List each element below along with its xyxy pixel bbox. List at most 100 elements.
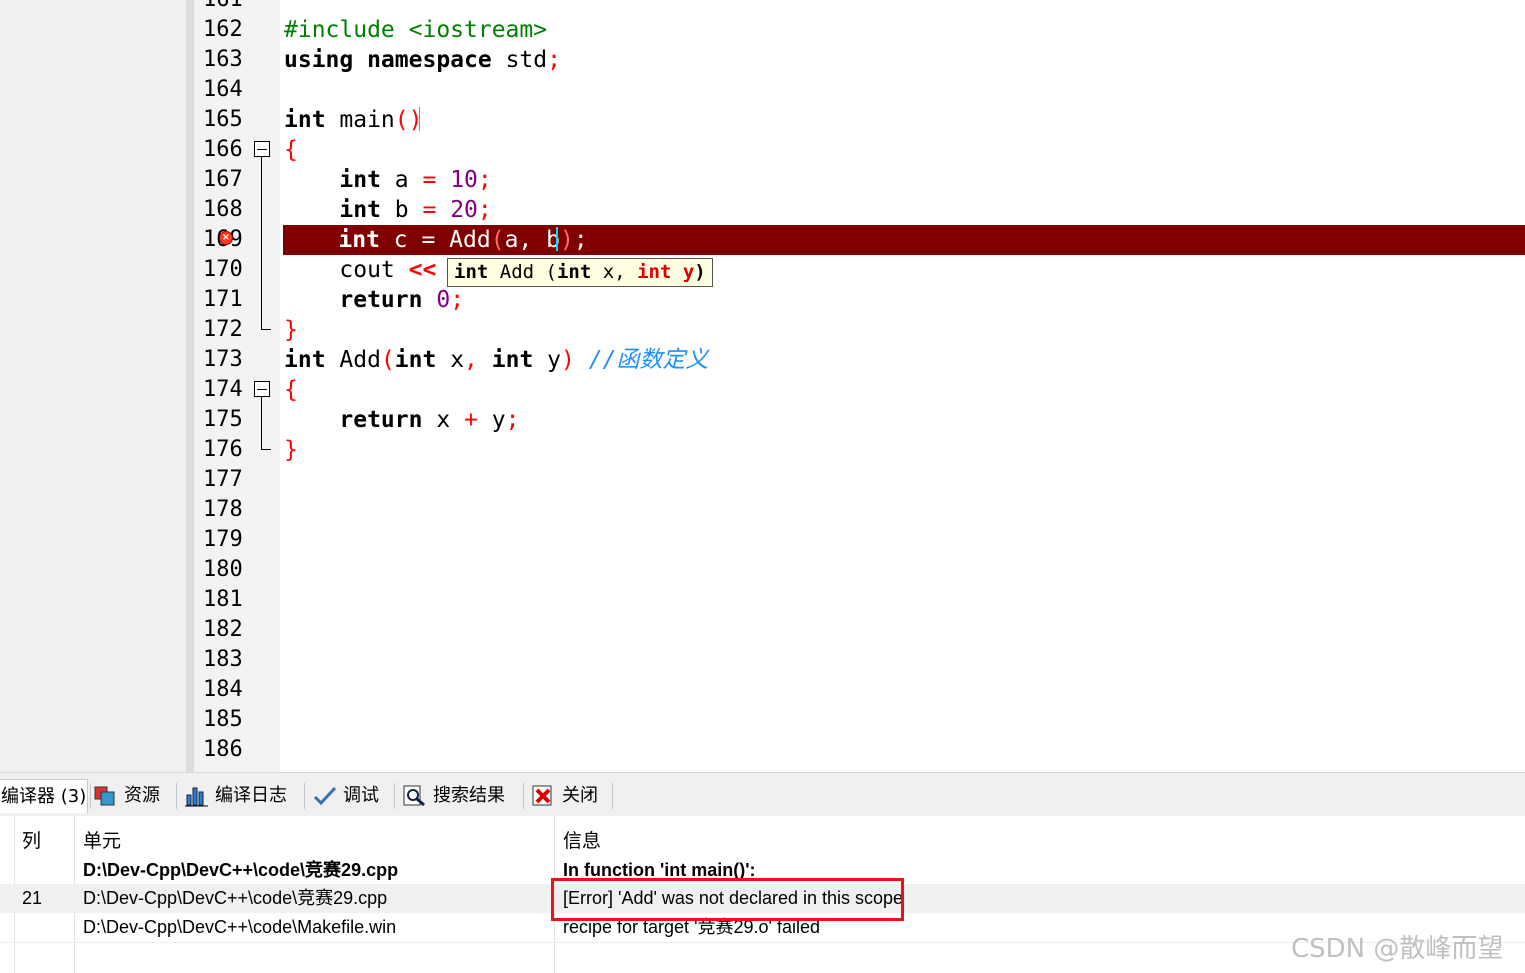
line-number: 165: [203, 107, 243, 132]
line-number: 173: [203, 347, 243, 372]
output-tabbar: 编译器 (3) 资源 编译日志 调试 搜索结果 关闭: [0, 772, 1525, 816]
line-number: 181: [203, 587, 243, 612]
line-number: 184: [203, 677, 243, 702]
code-line[interactable]: using namespace std;: [284, 45, 1525, 75]
identifier: cout: [339, 257, 409, 283]
watermark: CSDN @散峰而望: [1291, 934, 1504, 964]
line-number: 180: [203, 557, 243, 582]
line-number: 162: [203, 17, 243, 42]
identifier: Add: [325, 347, 381, 373]
line-number: 167: [203, 167, 243, 192]
number-literal: 10: [450, 167, 478, 193]
code-line[interactable]: return x + y;: [284, 405, 1525, 435]
error-marker-icon[interactable]: ×: [219, 231, 233, 245]
fold-collapse-icon[interactable]: [254, 141, 270, 157]
code-line[interactable]: #include <iostream>: [284, 15, 1525, 45]
identifier: a: [380, 167, 423, 193]
check-icon: [313, 785, 337, 807]
keyword: return: [339, 407, 423, 433]
line-number: 185: [203, 707, 243, 732]
tab-search-results[interactable]: 搜索结果: [403, 779, 505, 813]
line-number: 168: [203, 197, 243, 222]
row-unit: D:\Dev-Cpp\DevC++\code\竞赛29.cpp: [83, 860, 399, 880]
line-number: 171: [203, 287, 243, 312]
code-line[interactable]: }: [284, 315, 1525, 345]
code-line[interactable]: int main(): [284, 105, 1525, 135]
error-code-line[interactable]: int c = Add(a, b);: [283, 225, 1525, 255]
line-number: 175: [203, 407, 243, 432]
row-unit: D:\Dev-Cpp\DevC++\code\Makefile.win: [83, 917, 397, 937]
keyword: return: [339, 287, 423, 313]
number-literal: 20: [450, 197, 478, 223]
project-browser-pane: [0, 0, 186, 772]
identifier: main: [325, 107, 395, 133]
search-icon: [403, 785, 425, 807]
code-line[interactable]: int a = 10;: [284, 165, 1525, 195]
line-number: 176: [203, 437, 243, 462]
text-caret: [556, 227, 558, 251]
identifier: b: [380, 197, 423, 223]
annotation-highlight-box: [551, 878, 904, 921]
line-number: 170: [203, 257, 243, 282]
tab-resources[interactable]: 资源: [94, 779, 160, 813]
line-number: 163: [203, 47, 243, 72]
comment: //函数定义: [588, 347, 709, 373]
identifier: c = Add: [379, 227, 491, 253]
tab-debug[interactable]: 调试: [313, 779, 379, 813]
arguments: a, b: [504, 227, 560, 253]
code-line[interactable]: int Add(int x, int y) //函数定义: [284, 345, 1525, 375]
tab-separator: [612, 783, 613, 809]
line-number: 177: [203, 467, 243, 492]
keyword: int: [394, 347, 437, 373]
fold-guide: [261, 157, 262, 329]
line-number: 172: [203, 317, 243, 342]
number-literal: 0: [436, 287, 451, 313]
keyword: int: [338, 227, 380, 253]
line-number: 178: [203, 497, 243, 522]
fold-collapse-icon[interactable]: [254, 381, 270, 397]
column-header-col[interactable]: 列: [22, 826, 41, 853]
tab-separator: [394, 783, 395, 809]
tab-compiler[interactable]: 编译器 (3): [0, 779, 88, 813]
close-icon: [532, 785, 554, 807]
line-number: 166: [203, 137, 243, 162]
identifier: x: [436, 347, 465, 373]
fold-guide: [261, 397, 262, 449]
line-number: 164: [203, 77, 243, 102]
chart-icon: [185, 785, 208, 807]
code-line[interactable]: }: [284, 435, 1525, 465]
row-unit: D:\Dev-Cpp\DevC++\code\竞赛29.cpp: [83, 888, 388, 908]
resources-icon: [94, 785, 116, 807]
tab-separator: [304, 783, 305, 809]
keyword: int: [284, 347, 326, 373]
keyword: int: [339, 197, 381, 223]
function-signature-tooltip: int Add (int x, int y): [447, 258, 713, 287]
line-number: 182: [203, 617, 243, 642]
tab-separator: [176, 783, 177, 809]
code-line[interactable]: {: [284, 375, 1525, 405]
identifier: x: [422, 407, 465, 433]
keyword: int: [477, 347, 534, 373]
code-line[interactable]: int b = 20;: [284, 195, 1525, 225]
tab-separator: [90, 783, 91, 809]
keyword: int: [339, 167, 381, 193]
line-number: 183: [203, 647, 243, 672]
identifier: y: [533, 347, 561, 373]
code-line[interactable]: return 0;: [284, 285, 1525, 315]
keyword: using namespace: [284, 47, 492, 73]
fold-end-mark: [261, 449, 271, 450]
tab-close[interactable]: 关闭: [532, 779, 598, 813]
line-number: 174: [203, 377, 243, 402]
preprocessor-directive: #include <iostream>: [284, 17, 548, 43]
code-line[interactable]: {: [284, 135, 1525, 165]
tab-separator: [523, 783, 524, 809]
line-number: 161: [203, 0, 253, 15]
identifier: y: [477, 407, 506, 433]
pane-splitter[interactable]: [186, 0, 194, 772]
column-header-unit[interactable]: 单元: [83, 826, 121, 853]
row-col: 21: [22, 888, 43, 908]
tab-compile-log[interactable]: 编译日志: [185, 779, 287, 813]
keyword: int: [284, 107, 326, 133]
column-header-info[interactable]: 信息: [563, 826, 601, 853]
identifier: std: [491, 47, 548, 73]
